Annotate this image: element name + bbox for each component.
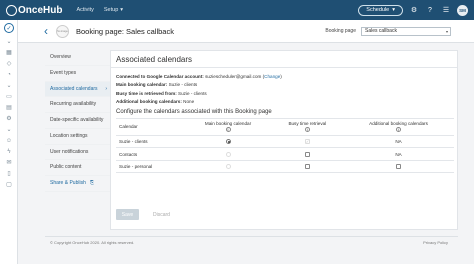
info-icon[interactable]: i <box>396 126 402 132</box>
associated-calendars-panel: Associated calendars Connected to Google… <box>110 50 458 230</box>
gear-icon[interactable]: ⚙ <box>0 113 18 124</box>
left-rail: ✓ ⌄ ▦ ◇ ◔ ⌄ ▭ ▤ ⚙ ⌄ ☺ ϟ ✉ ▯ ▢ <box>0 20 18 264</box>
configure-heading: Configure the calendars associated with … <box>116 108 272 115</box>
sidebar-item-overview[interactable]: Overview <box>45 50 110 66</box>
additional-calendar-na: NA <box>343 135 454 149</box>
table-row: Contacts NA <box>116 147 454 161</box>
booking-page-select[interactable]: Sales callback ▾ <box>361 26 451 36</box>
info-icon[interactable]: i <box>304 126 310 132</box>
users-icon[interactable]: ☺ <box>0 135 18 146</box>
main-calendar-radio <box>225 151 231 157</box>
gear-icon[interactable]: ⚙ <box>409 6 419 14</box>
settings-sidebar: Overview Event types Associated calendar… <box>45 50 110 192</box>
logo-text: OnceHub <box>18 4 63 16</box>
table-row: Suzie - personal <box>116 160 454 174</box>
save-button[interactable]: Save <box>116 209 139 220</box>
back-arrow-icon[interactable]: ‹ <box>44 24 48 38</box>
chevron-down-icon: ▾ <box>392 7 395 13</box>
sidebar-item-recurring-availability[interactable]: Recurring availability <box>45 97 110 113</box>
calendars-table: Calendar Main booking calendar i Busy tim… <box>116 117 454 174</box>
share-icon: ⎘ <box>89 180 94 186</box>
document-icon[interactable]: ▯ <box>0 168 18 179</box>
column-header-additional: Additional booking calendars i <box>343 117 454 136</box>
schedule-button[interactable]: Schedule ▾ <box>358 4 403 16</box>
column-header-busy-time: Busy time retrieval i <box>271 117 344 136</box>
table-row: Suzie - clients ✓ NA <box>116 135 454 149</box>
calendar-name: Suzie - clients <box>116 135 185 149</box>
page-header: ‹ No image Booking page: Sales callback … <box>18 20 474 43</box>
chevron-right-icon: › <box>105 85 107 92</box>
menu-icon[interactable]: ☰ <box>441 6 451 14</box>
envelope-icon[interactable]: ✉ <box>0 157 18 168</box>
info-icon[interactable]: i <box>225 126 231 132</box>
chevron-icon[interactable]: ⌄ <box>0 124 18 135</box>
chevron-icon[interactable]: ⌄ <box>0 80 18 91</box>
busy-time-checkbox: ✓ <box>304 139 310 145</box>
person-icon[interactable]: ◔ <box>0 69 18 80</box>
connected-account-email: suziescheduler@gmail.com <box>205 74 262 79</box>
chevron-icon[interactable]: ⌄ <box>0 36 18 47</box>
additional-calendars-line: Additional booking calendars: None <box>116 99 195 105</box>
top-right-controls: Schedule ▾ ⚙ ? ☰ SM <box>358 4 468 16</box>
rail-item-setup[interactable]: ✓ <box>0 20 18 36</box>
page-thumbnail: No image <box>56 24 69 38</box>
check-circle-icon: ✓ <box>4 23 14 33</box>
main-calendar-radio[interactable] <box>225 139 231 145</box>
sidebar-item-event-types[interactable]: Event types <box>45 66 110 82</box>
additional-calendar-checkbox[interactable] <box>396 164 402 170</box>
monitor-icon[interactable]: ▭ <box>0 91 18 102</box>
busy-time-checkbox[interactable] <box>304 164 310 170</box>
logo-mark-icon <box>6 4 17 16</box>
form-actions: Save Discard <box>116 209 170 220</box>
column-header-calendar: Calendar <box>116 117 185 136</box>
additional-calendar-na: NA <box>343 147 454 161</box>
top-bar: OnceHub Activity Setup ▾ Schedule ▾ ⚙ ? ☰… <box>0 0 474 20</box>
help-icon[interactable]: ? <box>425 7 435 14</box>
chat-icon[interactable]: ▢ <box>0 179 18 190</box>
page-title: Booking page: Sales callback <box>76 26 174 36</box>
column-header-main-booking: Main booking calendar i <box>184 117 272 136</box>
discard-button[interactable]: Discard <box>153 212 170 218</box>
sidebar-item-user-notifications[interactable]: User notifications <box>45 145 110 161</box>
main-calendar-radio <box>225 164 231 170</box>
tag-icon[interactable]: ◇ <box>0 58 18 69</box>
sidebar-item-location-settings[interactable]: Location settings <box>45 129 110 145</box>
avatar[interactable]: SM <box>457 4 468 16</box>
calendar-icon[interactable]: ▦ <box>0 47 18 58</box>
change-account-link[interactable]: Change <box>264 74 280 79</box>
connected-account-line: Connected to Google Calendar account: su… <box>116 74 282 79</box>
sidebar-item-associated-calendars[interactable]: Associated calendars › <box>45 81 110 98</box>
copyright-text: © Copyright OnceHub 2020. All rights res… <box>50 240 135 245</box>
busy-time-checkbox[interactable] <box>304 151 310 157</box>
privacy-policy-link[interactable]: Privacy Policy <box>423 240 448 245</box>
footer-divider <box>45 236 458 237</box>
section-heading: Associated calendars <box>111 51 457 68</box>
busy-time-line: Busy time is retrieved from: Suzie - cli… <box>116 90 207 96</box>
calendar-name: Contacts <box>116 147 185 161</box>
main-booking-calendar-line: Main booking calendar: Suzie - clients <box>116 82 198 88</box>
sidebar-item-share-publish[interactable]: Share & Publish ⎘ <box>45 176 110 192</box>
sidebar-item-public-content[interactable]: Public content <box>45 160 110 176</box>
chevron-down-icon: ▾ <box>120 7 124 13</box>
top-nav: Activity Setup ▾ <box>76 7 123 13</box>
chart-icon[interactable]: ▤ <box>0 102 18 113</box>
sidebar-item-date-specific-availability[interactable]: Date-specific availability <box>45 113 110 129</box>
table-header-row: Calendar Main booking calendar i Busy tim… <box>116 117 454 136</box>
calendar-name: Suzie - personal <box>116 160 185 174</box>
logo[interactable]: OnceHub <box>6 4 63 16</box>
nav-activity[interactable]: Activity <box>76 7 93 13</box>
nav-setup[interactable]: Setup ▾ <box>104 7 123 13</box>
bolt-icon[interactable]: ϟ <box>0 146 18 157</box>
chevron-down-icon: ▾ <box>445 28 448 34</box>
booking-page-select-label: Booking page <box>325 28 356 34</box>
